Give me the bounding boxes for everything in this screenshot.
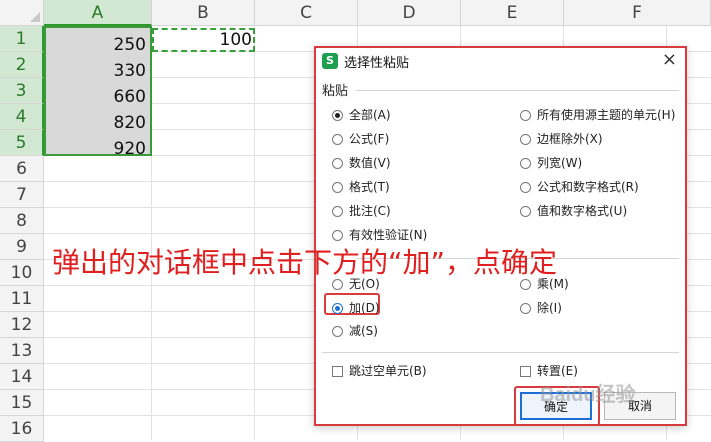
wps-app-icon: S: [322, 53, 338, 69]
radio-icon: [520, 303, 531, 314]
grid-line: [254, 26, 255, 440]
option-label: 批注(C): [349, 204, 391, 218]
option-label: 列宽(W): [537, 156, 583, 170]
row-header-5[interactable]: 5: [0, 130, 44, 156]
paste-all-radio[interactable]: 全部(A): [332, 105, 391, 125]
paste-formats-radio[interactable]: 格式(T): [332, 177, 390, 197]
column-header-b[interactable]: B: [152, 0, 255, 26]
row-header-10[interactable]: 10: [0, 260, 44, 286]
option-label: 跳过空单元(B): [349, 364, 427, 378]
option-label: 格式(T): [349, 180, 390, 194]
radio-icon: [520, 182, 531, 193]
column-header-e[interactable]: E: [461, 0, 564, 26]
select-all-corner[interactable]: [0, 0, 44, 26]
row-header-15[interactable]: 15: [0, 390, 44, 416]
radio-icon: [520, 134, 531, 145]
cell-a1[interactable]: 250: [46, 32, 146, 58]
row-header-14[interactable]: 14: [0, 364, 44, 390]
row-header-16[interactable]: 16: [0, 416, 44, 442]
checkbox-icon: [332, 366, 343, 377]
row-header-11[interactable]: 11: [0, 286, 44, 312]
dialog-titlebar[interactable]: S 选择性粘贴 ×: [316, 48, 685, 74]
row-header-6[interactable]: 6: [0, 156, 44, 182]
radio-selected-icon: [332, 110, 343, 121]
row-header-3[interactable]: 3: [0, 78, 44, 104]
dialog-title: 选择性粘贴: [344, 56, 410, 71]
radio-icon: [332, 158, 343, 169]
row-header-4[interactable]: 4: [0, 104, 44, 130]
radio-icon: [332, 326, 343, 337]
cell-b1[interactable]: 100: [160, 27, 252, 53]
checkbox-section-divider: [322, 352, 679, 353]
row-header-2[interactable]: 2: [0, 52, 44, 78]
option-label: 加(D): [349, 301, 380, 315]
instruction-annotation: 弹出的对话框中点击下方的“加”，点确定: [52, 246, 558, 279]
row-header-8[interactable]: 8: [0, 208, 44, 234]
radio-icon: [520, 158, 531, 169]
radio-icon: [520, 110, 531, 121]
row-header-1[interactable]: 1: [0, 26, 44, 52]
operation-subtract-radio[interactable]: 减(S): [332, 321, 378, 341]
paste-except-borders-radio[interactable]: 边框除外(X): [520, 129, 603, 149]
option-label: 有效性验证(N): [349, 228, 428, 242]
column-header-f[interactable]: F: [564, 0, 711, 26]
option-label: 所有使用源主题的单元(H): [537, 108, 676, 122]
radio-icon: [520, 206, 531, 217]
option-label: 数值(V): [349, 156, 391, 170]
paste-section-divider: [356, 90, 679, 91]
operation-divide-radio[interactable]: 除(I): [520, 298, 562, 318]
column-header-d[interactable]: D: [358, 0, 461, 26]
option-label: 转置(E): [537, 364, 578, 378]
paste-formulas-numbers-radio[interactable]: 公式和数字格式(R): [520, 177, 639, 197]
row-header-12[interactable]: 12: [0, 312, 44, 338]
cell-a5[interactable]: 920: [46, 136, 146, 162]
option-label: 值和数字格式(U): [537, 204, 628, 218]
cell-a4[interactable]: 820: [46, 110, 146, 136]
paste-values-radio[interactable]: 数值(V): [332, 153, 391, 173]
operation-add-radio[interactable]: 加(D): [332, 298, 380, 318]
paste-source-theme-radio[interactable]: 所有使用源主题的单元(H): [520, 105, 675, 125]
row-header-7[interactable]: 7: [0, 182, 44, 208]
checkbox-icon: [520, 366, 531, 377]
radio-selected-icon: [332, 303, 343, 314]
paste-special-dialog: S 选择性粘贴 × 粘贴 全部(A) 公式(F) 数值(V) 格式(T) 批注(…: [314, 46, 687, 426]
option-label: 除(I): [537, 301, 562, 315]
paste-section-label: 粘贴: [322, 84, 349, 99]
cell-a3[interactable]: 660: [46, 84, 146, 110]
paste-values-numbers-radio[interactable]: 值和数字格式(U): [520, 201, 627, 221]
option-label: 公式和数字格式(R): [537, 180, 639, 194]
option-label: 边框除外(X): [537, 132, 603, 146]
paste-formulas-radio[interactable]: 公式(F): [332, 129, 389, 149]
radio-icon: [332, 206, 343, 217]
baidu-watermark: Baidu经验: [540, 384, 636, 406]
paste-column-widths-radio[interactable]: 列宽(W): [520, 153, 582, 173]
option-label: 全部(A): [349, 108, 391, 122]
row-header-9[interactable]: 9: [0, 234, 44, 260]
cell-a2[interactable]: 330: [46, 58, 146, 84]
radio-icon: [332, 230, 343, 241]
close-icon[interactable]: ×: [662, 49, 677, 70]
option-label: 减(S): [349, 324, 378, 338]
column-header-a[interactable]: A: [44, 0, 152, 26]
paste-comments-radio[interactable]: 批注(C): [332, 201, 391, 221]
option-label: 公式(F): [349, 132, 390, 146]
row-header-13[interactable]: 13: [0, 338, 44, 364]
column-header-c[interactable]: C: [255, 0, 358, 26]
skip-blanks-checkbox[interactable]: 跳过空单元(B): [332, 361, 427, 381]
radio-icon: [332, 134, 343, 145]
radio-icon: [332, 182, 343, 193]
